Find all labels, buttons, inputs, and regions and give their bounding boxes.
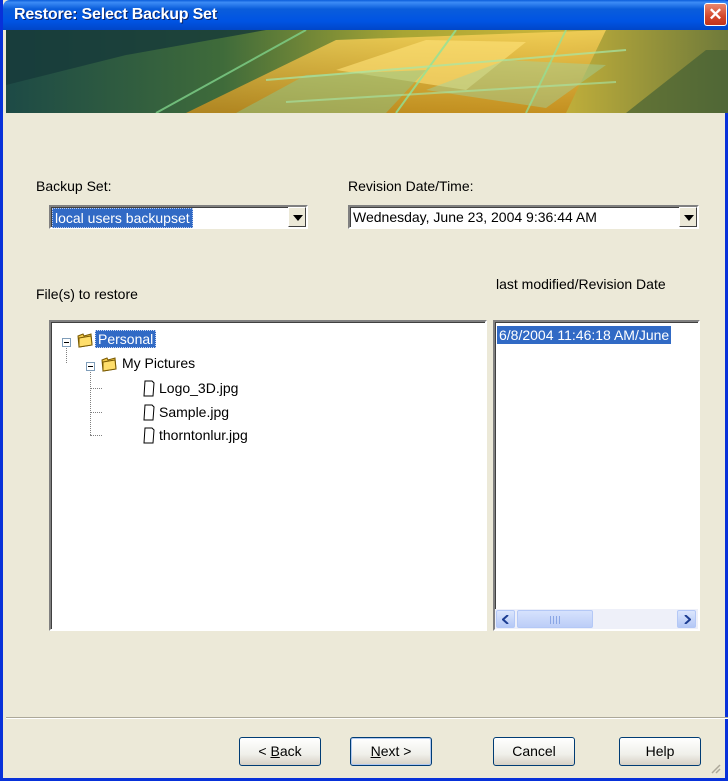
back-button-mnemonic: B	[270, 743, 280, 759]
dropdown-arrow-icon[interactable]	[288, 207, 306, 227]
revision-date-select[interactable]: Wednesday, June 23, 2004 9:36:44 AM	[348, 205, 699, 229]
next-button-mnemonic: N	[370, 743, 381, 759]
scroll-grip-icon	[550, 616, 560, 624]
back-button[interactable]: < Back	[239, 737, 321, 766]
tree-item-label: Personal	[95, 330, 157, 348]
tree-item-my-pictures[interactable]: My Pictures	[122, 353, 195, 373]
help-button-label: Help	[645, 743, 675, 759]
scroll-right-button[interactable]	[677, 610, 696, 628]
footer-separator	[6, 717, 728, 719]
backup-set-value: local users backupset	[52, 208, 193, 228]
close-button[interactable]: ✕	[704, 3, 727, 26]
help-button[interactable]: Help	[619, 737, 701, 766]
tree-item-label: Logo_3D.jpg	[159, 380, 239, 396]
backup-set-label: Backup Set:	[36, 178, 112, 194]
header-banner-image	[6, 30, 728, 113]
file-tree[interactable]: Personal My Pictures Logo_3D.jpg Sample.…	[49, 320, 487, 631]
revision-date-value: Wednesday, June 23, 2004 9:36:44 AM	[353, 209, 597, 225]
scroll-thumb[interactable]	[517, 610, 593, 628]
next-button-label: ext >	[380, 743, 412, 759]
folder-icon	[101, 357, 117, 372]
backup-set-select[interactable]: local users backupset	[49, 205, 308, 229]
revision-list-item[interactable]: 6/8/2004 11:46:18 AM/June	[497, 326, 672, 344]
tree-item-label: Sample.jpg	[159, 404, 230, 420]
chevron-right-icon	[684, 615, 691, 624]
resize-grip-icon[interactable]	[709, 762, 721, 774]
tree-item-logo-3d[interactable]: Logo_3D.jpg	[159, 378, 238, 398]
chevron-left-icon	[502, 615, 509, 624]
folder-icon	[77, 333, 93, 348]
close-icon: ✕	[708, 5, 723, 24]
files-to-restore-label: File(s) to restore	[36, 286, 138, 302]
dropdown-arrow-icon[interactable]	[679, 207, 697, 227]
scroll-left-button[interactable]	[496, 610, 515, 628]
file-icon	[143, 427, 155, 444]
window-title: Restore: Select Backup Set	[14, 6, 217, 23]
cancel-button-label: Cancel	[512, 743, 556, 759]
next-button[interactable]: Next >	[350, 737, 432, 766]
tree-item-label: thorntonlur.jpg	[159, 427, 248, 443]
file-icon	[143, 404, 155, 421]
collapse-personal-toggle[interactable]	[62, 338, 71, 347]
tree-item-label: My Pictures	[122, 355, 196, 371]
back-button-label: ack	[279, 743, 302, 759]
revision-date-label: Revision Date/Time:	[348, 178, 474, 194]
cancel-button[interactable]: Cancel	[493, 737, 575, 766]
horizontal-scrollbar[interactable]	[495, 609, 698, 629]
title-bar[interactable]: Restore: Select Backup Set ✕	[3, 0, 728, 30]
collapse-my-pictures-toggle[interactable]	[86, 362, 95, 371]
file-icon	[143, 380, 155, 397]
tree-item-thorntonlur[interactable]: thorntonlur.jpg	[159, 425, 248, 445]
revision-list[interactable]: 6/8/2004 11:46:18 AM/June	[493, 320, 700, 631]
revision-list-label: last modified/Revision Date	[496, 276, 666, 292]
restore-dialog: Restore: Select Backup Set ✕ Backup Set:…	[0, 0, 728, 781]
tree-item-personal[interactable]: Personal	[95, 329, 157, 349]
back-button-prefix: <	[258, 743, 271, 759]
tree-item-sample[interactable]: Sample.jpg	[159, 402, 229, 422]
